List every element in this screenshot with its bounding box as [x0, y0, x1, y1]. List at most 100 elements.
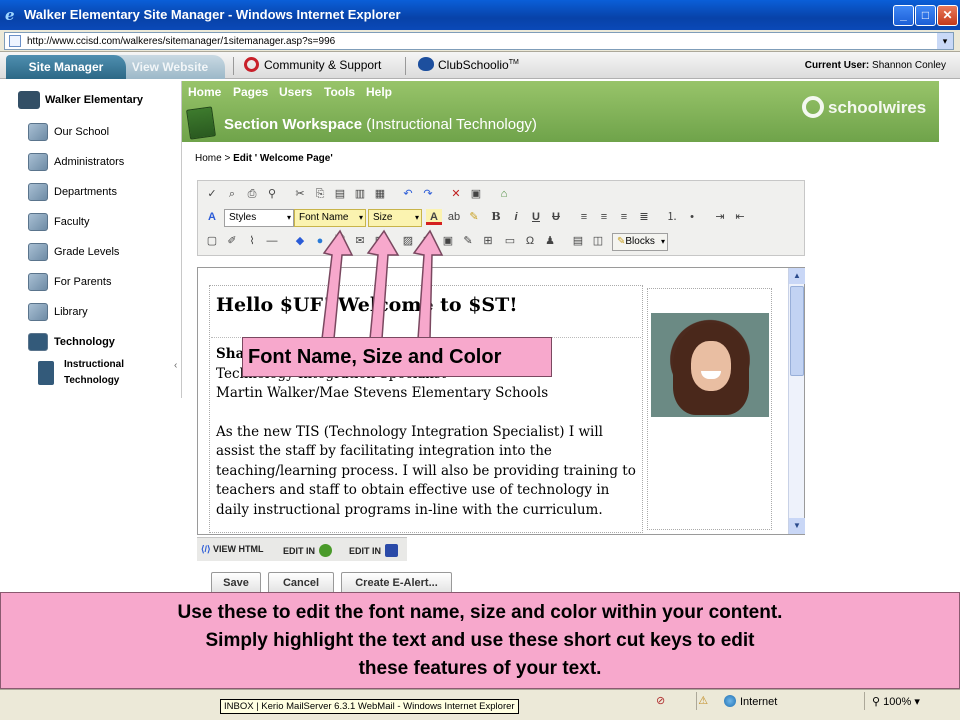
sidebar-item-library[interactable]: Library	[28, 301, 88, 323]
preview-icon[interactable]: ▤	[570, 233, 586, 249]
scroll-thumb[interactable]	[790, 286, 804, 376]
underline-icon[interactable]: U	[528, 209, 544, 225]
bullet-list-icon[interactable]: •	[684, 209, 700, 225]
section-title-main: Section Workspace	[224, 116, 363, 133]
trademark-mark: TM	[508, 59, 519, 66]
lock-icon[interactable]: ⚠	[698, 695, 708, 707]
tab-view-website[interactable]: View Website	[115, 55, 225, 79]
current-user-name: Shannon Conley	[872, 60, 946, 71]
view-html-button[interactable]: ⟨/⟩ VIEW HTML	[201, 544, 264, 555]
chevron-down-icon: ▾	[660, 237, 665, 246]
zoom-level[interactable]: ⚲ 100% ▾	[872, 695, 920, 708]
sidebar-item-technology[interactable]: Technology	[28, 331, 115, 353]
current-user-label: Current User:	[804, 60, 870, 71]
address-input[interactable]: http://www.ccisd.com/walkeres/sitemanage…	[4, 32, 954, 50]
paste-text-icon[interactable]: ▥	[352, 186, 368, 202]
editor-scrollbar[interactable]: ▲ ▼	[788, 268, 805, 534]
box-icon[interactable]: ▭	[502, 233, 518, 249]
chevron-down-icon: ▾	[414, 213, 419, 222]
indent-icon[interactable]: ⇥	[712, 209, 728, 225]
tab-site-manager[interactable]: Site Manager	[6, 55, 126, 79]
styles-select[interactable]: Styles ▾	[224, 209, 294, 227]
marker-icon[interactable]: ✎	[466, 209, 482, 225]
chevron-down-icon: ▾	[358, 213, 363, 222]
section-title-sub: (Instructional Technology)	[366, 116, 537, 133]
strikethrough-icon[interactable]: U	[548, 209, 564, 225]
sidebar-item-departments[interactable]: Departments	[28, 181, 117, 203]
edit-table-icon[interactable]: ✎	[460, 233, 476, 249]
italic-icon[interactable]: i	[508, 209, 524, 225]
close-button[interactable]: ✕	[937, 5, 958, 26]
toolbar-row-2: A Styles ▾ Font Name ▾ Size ▾ A ab ✎ B i U …	[202, 206, 802, 228]
profile-photo[interactable]	[651, 313, 769, 417]
paste-word-icon[interactable]: ▦	[372, 186, 388, 202]
justify-icon[interactable]: ≣	[636, 209, 652, 225]
menu-users[interactable]: Users	[279, 85, 312, 99]
chevron-down-icon[interactable]: ▾	[937, 33, 953, 49]
menu-tools[interactable]: Tools	[324, 85, 355, 99]
numbered-list-icon[interactable]: ⒈	[664, 209, 680, 225]
folder-icon	[28, 153, 48, 172]
edit-image-icon[interactable]: ✐	[224, 233, 240, 249]
highlight-icon[interactable]: ab	[446, 209, 462, 225]
copy-icon[interactable]: ⎘	[312, 186, 328, 202]
maximize-button[interactable]: □	[915, 5, 936, 26]
folder-icon	[28, 213, 48, 232]
sidebar-item-for-parents[interactable]: For Parents	[28, 271, 111, 293]
security-zone[interactable]: Internet	[724, 695, 777, 708]
form-icon[interactable]: ▣	[468, 186, 484, 202]
sidebar-item-faculty[interactable]: Faculty	[28, 211, 89, 233]
delete-icon[interactable]: ✕	[448, 186, 464, 202]
bold-icon[interactable]: B	[488, 209, 504, 225]
outdent-icon[interactable]: ⇤	[732, 209, 748, 225]
print-icon[interactable]: ⎙	[244, 186, 260, 202]
blocks-select[interactable]: ✎Blocks ▾	[612, 233, 668, 251]
editor-toolbar: ✓ ⌕ ⎙ ⚲ ✂ ⎘ ▤ ▥ ▦ ↶ ↷ ✕ ▣ ⌂ A Styles ▾ Fo…	[197, 180, 805, 256]
breadcrumb-home[interactable]: Home	[195, 153, 222, 164]
community-support-link[interactable]: Community & Support	[244, 57, 381, 72]
image-icon[interactable]: ▢	[204, 233, 220, 249]
attachment-icon[interactable]: ⌇	[244, 233, 260, 249]
scroll-up-icon[interactable]: ▲	[789, 268, 805, 284]
sidebar-collapse-button[interactable]: ‹	[174, 360, 177, 371]
security-icons: ⊘ ⚠	[656, 694, 708, 707]
scroll-down-icon[interactable]: ▼	[789, 518, 805, 534]
module-icon[interactable]: ⌂	[496, 186, 512, 202]
redo-icon[interactable]: ↷	[420, 186, 436, 202]
eraser-icon[interactable]: ◫	[590, 233, 606, 249]
sidebar-item-our-school[interactable]: Our School	[28, 121, 109, 143]
table-icon[interactable]: ⊞	[480, 233, 496, 249]
paste-icon[interactable]: ▤	[332, 186, 348, 202]
window-title-bar[interactable]: e Walker Elementary Site Manager - Windo…	[0, 0, 960, 30]
apply-style-icon[interactable]: A	[204, 209, 220, 225]
spellcheck-icon[interactable]: ✓	[204, 186, 220, 202]
chevron-down-icon: ▾	[286, 213, 291, 222]
menu-pages[interactable]: Pages	[233, 85, 268, 99]
privacy-icon[interactable]: ⊘	[656, 695, 665, 707]
menu-help[interactable]: Help	[366, 85, 392, 99]
clubschoolio-link[interactable]: ClubSchoolioTM	[418, 57, 519, 72]
align-left-icon[interactable]: ≡	[576, 209, 592, 225]
sidebar-root[interactable]: Walker Elementary	[18, 91, 143, 109]
edit-in-dreamweaver-button[interactable]: EDIT IN	[283, 544, 333, 557]
save-button[interactable]: Save	[211, 572, 261, 594]
align-right-icon[interactable]: ≡	[616, 209, 632, 225]
cancel-button[interactable]: Cancel	[268, 572, 334, 594]
symbol-icon[interactable]: Ω	[522, 233, 538, 249]
find-icon[interactable]: ⚲	[264, 186, 280, 202]
menu-home[interactable]: Home	[188, 85, 221, 99]
cut-icon[interactable]: ✂	[292, 186, 308, 202]
sidebar-item-instructional-technology[interactable]: Instructional Technology	[38, 357, 148, 389]
sidebar-item-grade-levels[interactable]: Grade Levels	[28, 241, 119, 263]
horizontal-rule-icon[interactable]: —	[264, 233, 280, 249]
align-center-icon[interactable]: ≡	[596, 209, 612, 225]
create-e-alert-button[interactable]: Create E-Alert...	[341, 572, 452, 594]
edit-in-frontpage-button[interactable]: EDIT IN	[349, 544, 399, 557]
undo-icon[interactable]: ↶	[400, 186, 416, 202]
font-color-icon[interactable]: A	[426, 209, 442, 225]
sidebar-root-label: Walker Elementary	[45, 93, 144, 106]
zoom-icon[interactable]: ⌕	[224, 186, 240, 202]
minimize-button[interactable]: _	[893, 5, 914, 26]
special-char-icon[interactable]: ♟	[542, 233, 558, 249]
sidebar-item-administrators[interactable]: Administrators	[28, 151, 124, 173]
